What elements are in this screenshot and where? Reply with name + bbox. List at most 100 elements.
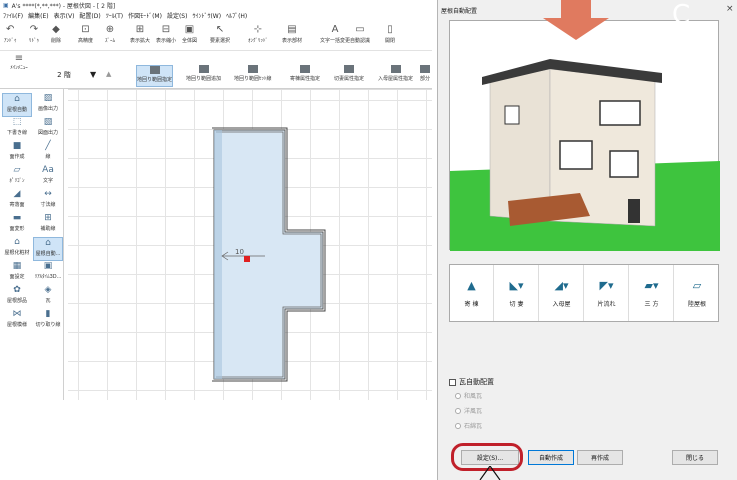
attr-button[interactable]: 地回り範囲追加 <box>186 65 221 87</box>
title-bar: ▣ A's ****(*,**,***) - 屋根伏図 - [ 2 階] <box>0 0 432 10</box>
tool-item[interactable]: ▦ 面設定 <box>2 261 32 285</box>
toolbar-button[interactable]: ⊡ 高精度 <box>78 23 93 49</box>
toolbar-button[interactable]: ↖ 要素選択 <box>210 23 230 49</box>
window-title: A's ****(*,**,***) - 屋根伏図 - [ 2 階] <box>11 2 116 10</box>
tool-icon: ⊞ <box>44 213 52 223</box>
toolbar-label: ｽﾞｰﾑ <box>104 38 115 44</box>
toolbar-main: ↶ ｱﾝﾄﾞｩ ↷ ﾘﾄﾞｩ ◆ 削除 ⊡ 高精度 ⊕ ｽﾞｰﾑ ⊞ 表示拡大 ⊟ 表示縮小 ▣ 全体図 ↖ 要素… <box>0 21 432 51</box>
roof-type-button[interactable]: ◤▾ 片流れ <box>585 265 629 321</box>
toolbar-button[interactable]: ▭ 自動認識 <box>350 23 370 49</box>
radio-circle[interactable] <box>455 407 461 414</box>
attr-button[interactable]: 地回り範囲指定 <box>136 65 174 87</box>
main-menu-button[interactable]: ≡ ﾒｲﾝﾒﾆｭｰ <box>4 53 34 85</box>
toolbar-button[interactable]: ↶ ｱﾝﾄﾞｩ <box>4 23 17 49</box>
toolbar-label: 削除 <box>50 38 61 44</box>
radio-yofu[interactable]: 洋風瓦 <box>455 406 482 415</box>
toolbar-button[interactable]: ▣ 全体図 <box>182 23 197 49</box>
radio-circle[interactable] <box>455 392 461 399</box>
tool-item[interactable]: ↔ 寸法線 <box>33 189 63 213</box>
roof-type-button[interactable]: ▰▾ 三 方 <box>630 265 674 321</box>
toolbar-button[interactable]: ⊞ 表示拡大 <box>130 23 150 49</box>
toolbar-label: ｱﾝﾄﾞｩ <box>4 38 17 44</box>
tool-item[interactable]: ✿ 屋根部品 <box>2 285 32 309</box>
tool-item[interactable]: ◈ 瓦 <box>33 285 63 309</box>
toolbar-label: 要素選択 <box>210 38 231 44</box>
drawing-canvas[interactable]: 10 <box>68 89 432 400</box>
close-button[interactable]: 閉じる <box>672 450 718 465</box>
roof-plan-shape <box>213 129 324 380</box>
tool-item[interactable]: ◢ 寄落面 <box>2 189 32 213</box>
menu-item[interactable]: 編集(E) <box>28 11 48 20</box>
tool-icon: ▨ <box>43 93 53 103</box>
radio-sekimen[interactable]: 石綿瓦 <box>455 421 482 430</box>
toolbar-button[interactable]: ⊕ ｽﾞｰﾑ <box>104 23 116 49</box>
roof-type-button[interactable]: ◢▾ 入母屋 <box>540 265 584 321</box>
attr-button[interactable]: 部分 <box>420 65 430 87</box>
toolbar-button[interactable]: ▤ 表示部材 <box>282 23 302 49</box>
menu-item[interactable]: 作図ﾓｰﾄﾞ(M) <box>128 11 162 20</box>
tool-item[interactable]: ⌂ 屋根自動... <box>33 237 63 261</box>
roof-type-button[interactable]: ▱ 陸屋根 <box>675 265 719 321</box>
3d-preview[interactable] <box>449 20 720 251</box>
attr-button[interactable]: 切妻属性指定 <box>334 65 364 87</box>
tool-label: 面作成 <box>9 154 25 160</box>
tool-item[interactable]: ▬ 面変形 <box>2 213 32 237</box>
attr-label: 地回り範囲指定 <box>137 77 173 83</box>
attr-label: 部分 <box>420 76 431 82</box>
recreate-button[interactable]: 再作成 <box>577 450 623 465</box>
menu-item[interactable]: ﾂｰﾙ(T) <box>106 11 123 20</box>
toolbar-button[interactable]: ⊹ ｵﾝｸﾞﾘｯﾄﾞ <box>248 23 268 49</box>
floor-dropdown-icon[interactable]: ▼ <box>90 70 96 79</box>
roof-type-button[interactable]: ▲ 寄 棟 <box>450 265 494 321</box>
checkbox-box[interactable] <box>449 378 456 386</box>
tool-label: 寄落面 <box>9 202 25 208</box>
tool-icon: ⌂ <box>14 94 20 104</box>
floor-selector[interactable]: 2 階 <box>44 68 84 82</box>
tool-item[interactable]: ▧ 図面出力 <box>33 117 63 141</box>
menu-item[interactable]: 配置(D) <box>79 11 100 20</box>
tool-item[interactable]: ⊞ 補助線 <box>33 213 63 237</box>
auto-create-button[interactable]: 自動作成 <box>528 450 574 465</box>
attr-button[interactable]: 入母屋属性指定 <box>378 65 413 87</box>
roof-type-button[interactable]: ◣▾ 切 妻 <box>495 265 539 321</box>
radio-circle[interactable] <box>455 422 461 429</box>
tool-item[interactable]: ⌂ 屋根化粧材 <box>2 237 32 261</box>
toolbar-button[interactable]: ⊟ 表示縮小 <box>156 23 176 49</box>
toolbar-button[interactable]: ↷ ﾘﾄﾞｩ <box>28 23 40 49</box>
radio-wafu[interactable]: 和風瓦 <box>455 391 482 400</box>
tool-item[interactable]: ⬚ 下書き線 <box>2 117 32 141</box>
window-3 <box>609 150 639 178</box>
toolbar-button[interactable]: ◆ 削除 <box>50 23 62 49</box>
floor-up-icon[interactable]: ▲ <box>106 70 111 78</box>
roof-type-icon: ▰▾ <box>644 278 659 292</box>
menu-item[interactable]: 表示(V) <box>54 11 75 20</box>
tool-item[interactable]: Aa 文字 <box>33 165 63 189</box>
toolbar-icon: ⊞ <box>135 23 145 35</box>
tool-item[interactable]: ▮ 切り取り線 <box>33 309 63 333</box>
window-2 <box>559 140 593 170</box>
window-1 <box>599 100 641 126</box>
toolbar-icon: ↷ <box>29 23 39 35</box>
attr-icon <box>344 65 354 73</box>
attr-label: 入母屋属性指定 <box>378 76 414 82</box>
toolbar-button[interactable]: ▯ 開閉 <box>384 23 396 49</box>
tool-item[interactable]: ▣ ﾘｱﾙﾀｲﾑ3D... <box>33 261 63 285</box>
menu-item[interactable]: ﾍﾙﾌﾟ(H) <box>226 11 247 20</box>
menu-item[interactable]: ｳｲﾝﾄﾞｳ(W) <box>192 11 221 20</box>
toolbar-label: 表示拡大 <box>130 38 151 44</box>
toolbar-button[interactable]: A 文字一括変更 <box>320 23 350 49</box>
tool-item[interactable]: ■ 面作成 <box>2 141 32 165</box>
down-arrow-icon <box>543 0 609 40</box>
menu-item[interactable]: 設定(S) <box>167 11 188 20</box>
tool-item[interactable]: ▱ ﾎﾟﾘｺﾞﾝ <box>2 165 32 189</box>
tool-item[interactable]: ⌂ 屋根自動 <box>2 93 32 117</box>
attr-button[interactable]: 地回り範囲ｾｯﾄ線 <box>234 65 272 87</box>
tool-item[interactable]: ╱ 線 <box>33 141 63 165</box>
tool-item[interactable]: ▨ 画像出力 <box>33 93 63 117</box>
tool-icon: ▦ <box>12 261 22 271</box>
tile-auto-checkbox[interactable]: 瓦自動配置 <box>449 377 494 387</box>
attr-button[interactable]: 寄棟属性指定 <box>290 65 320 87</box>
menu-item[interactable]: ﾌｧｲﾙ(F) <box>3 11 23 20</box>
tool-item[interactable]: ⋈ 屋根模様 <box>2 309 32 333</box>
attr-label: 地回り範囲追加 <box>186 76 222 82</box>
